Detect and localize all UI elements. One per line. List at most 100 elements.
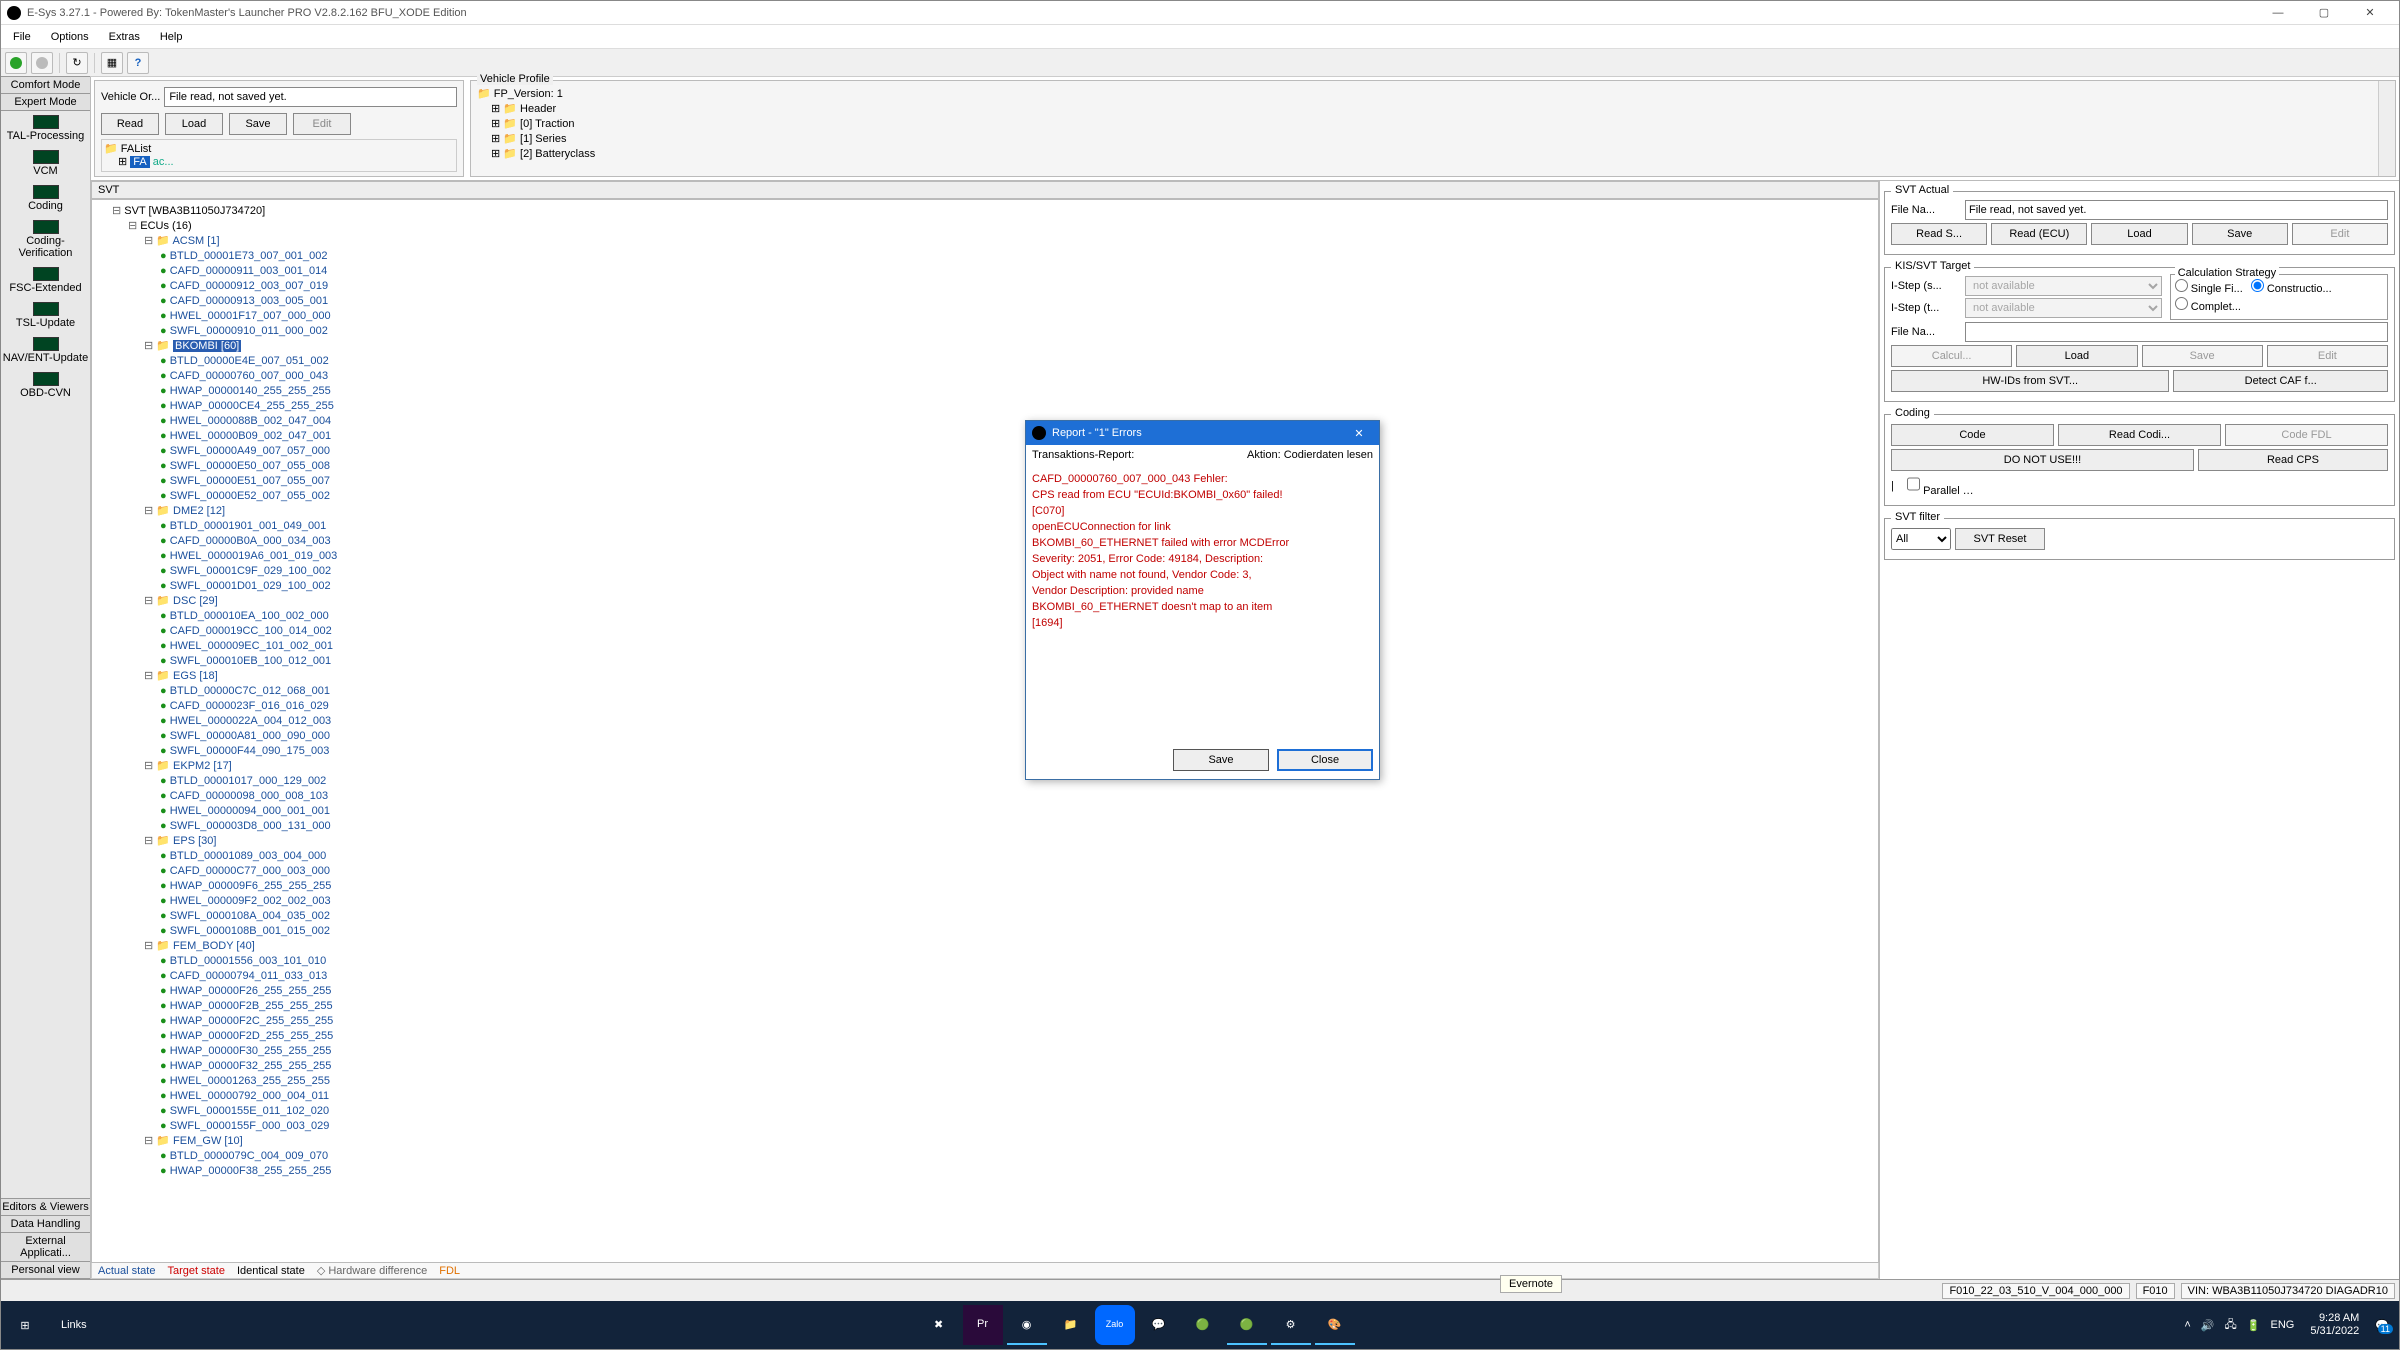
minimize-button[interactable]: — (2255, 1, 2301, 25)
dialog-close-icon[interactable]: ✕ (1345, 427, 1373, 440)
vo-tree-fa[interactable]: FA (130, 156, 149, 168)
app-icon-evernote[interactable]: 🟢 (1227, 1305, 1267, 1345)
nav-expert-mode[interactable]: Expert Mode (1, 93, 90, 111)
ecu-file[interactable]: SWFL_00000910_011_000_002 (160, 324, 1874, 339)
ecu-file[interactable]: SWFL_0000155F_000_003_029 (160, 1119, 1874, 1134)
connect-icon[interactable] (5, 52, 27, 74)
settings-icon[interactable]: ▦ (101, 52, 123, 74)
svt-root[interactable]: SVT [WBA3B11050J734720]ECUs (16)📁 ACSM [… (112, 204, 1874, 1179)
kis-edit-button[interactable]: Edit (2267, 345, 2388, 367)
read-cps-button[interactable]: Read CPS (2198, 449, 2388, 471)
ecu-group[interactable]: 📁 EGS [18]BTLD_00000C7C_012_068_001CAFD_… (144, 669, 1874, 759)
svt-ecus[interactable]: ECUs (16)📁 ACSM [1]BTLD_00001E73_007_001… (128, 219, 1874, 1179)
vp-line[interactable]: ⊞ 📁 [0] Traction (477, 117, 2389, 132)
menu-help[interactable]: Help (152, 29, 191, 45)
ecu-file[interactable]: HWAP_00000F32_255_255_255 (160, 1059, 1874, 1074)
radio-single[interactable]: Single Fi... (2175, 279, 2243, 295)
vo-read-button[interactable]: Read (101, 113, 159, 135)
ecu-file[interactable]: SWFL_00000E51_007_055_007 (160, 474, 1874, 489)
ecu-file[interactable]: SWFL_00001D01_029_100_002 (160, 579, 1874, 594)
tray-battery-icon[interactable]: 🔋 (2247, 1319, 2261, 1332)
ecu-file[interactable]: CAFD_00000912_003_007_019 (160, 279, 1874, 294)
app-icon-coccoc[interactable]: 🟢 (1183, 1305, 1223, 1345)
ecu-file[interactable]: HWAP_00000F2C_255_255_255 (160, 1014, 1874, 1029)
ecu-file[interactable]: CAFD_00000C77_000_003_000 (160, 864, 1874, 879)
nav-personal-view[interactable]: Personal view (1, 1261, 90, 1279)
taskbar-links[interactable]: Links (49, 1319, 99, 1331)
ecu-file[interactable]: CAFD_000019CC_100_014_002 (160, 624, 1874, 639)
ecu-file[interactable]: BTLD_00001E73_007_001_002 (160, 249, 1874, 264)
ecu-group[interactable]: 📁 DSC [29]BTLD_000010EA_100_002_000CAFD_… (144, 594, 1874, 669)
ecu-file[interactable]: HWEL_000009F2_002_002_003 (160, 894, 1874, 909)
vp-line[interactable]: ⊞ 📁 [1] Series (477, 132, 2389, 147)
ecu-file[interactable]: SWFL_00000E50_007_055_008 (160, 459, 1874, 474)
ecu-file[interactable]: CAFD_0000023F_016_016_029 (160, 699, 1874, 714)
ecu-file[interactable]: HWEL_0000019A6_001_019_003 (160, 549, 1874, 564)
ecu-file[interactable]: HWAP_00000F2B_255_255_255 (160, 999, 1874, 1014)
ecu-file[interactable]: BTLD_000010EA_100_002_000 (160, 609, 1874, 624)
ecu-file[interactable]: HWAP_000009F6_255_255_255 (160, 879, 1874, 894)
app-icon-whatsapp[interactable]: 💬 (1139, 1305, 1179, 1345)
nav-item-obd-cvn[interactable]: OBD-CVN (1, 368, 90, 403)
system-tray[interactable]: ˄ 🔊 🖧 🔋 ENG 9:28 AM 5/31/2022 💬11 (2174, 1312, 2399, 1338)
ecu-file[interactable]: CAFD_00000098_000_008_103 (160, 789, 1874, 804)
ecu-file[interactable]: HWAP_00000F2D_255_255_255 (160, 1029, 1874, 1044)
ecu-file[interactable]: HWAP_00000F38_255_255_255 (160, 1164, 1874, 1179)
ecu-file[interactable]: BTLD_00001017_000_129_002 (160, 774, 1874, 789)
start-button[interactable]: ⊞ (1, 1319, 49, 1332)
detect-caf-button[interactable]: Detect CAF f... (2173, 370, 2388, 392)
istep-target-select[interactable]: not available (1965, 298, 2162, 318)
do-not-use-button[interactable]: DO NOT USE!!! (1891, 449, 2194, 471)
kis-load-button[interactable]: Load (2016, 345, 2137, 367)
ecu-file[interactable]: HWEL_000009EC_101_002_001 (160, 639, 1874, 654)
ecu-file[interactable]: HWAP_00000F30_255_255_255 (160, 1044, 1874, 1059)
ecu-file[interactable]: CAFD_00000911_003_001_014 (160, 264, 1874, 279)
ecu-file[interactable]: CAFD_00000913_003_005_001 (160, 294, 1874, 309)
app-icon-bmw[interactable]: ⚙ (1271, 1305, 1311, 1345)
vehicle-order-file-input[interactable] (164, 87, 457, 107)
tray-notifications[interactable]: 💬11 (2375, 1319, 2389, 1332)
ecu-file[interactable]: HWEL_00000094_000_001_001 (160, 804, 1874, 819)
dialog-save-button[interactable]: Save (1173, 749, 1269, 771)
ecu-file[interactable]: HWEL_00000792_000_004_011 (160, 1089, 1874, 1104)
menu-file[interactable]: File (5, 29, 39, 45)
help-icon[interactable]: ? (127, 52, 149, 74)
svt-tree[interactable]: SVT [WBA3B11050J734720]ECUs (16)📁 ACSM [… (91, 199, 1879, 1263)
menu-extras[interactable]: Extras (101, 29, 148, 45)
ecu-file[interactable]: HWEL_0000088B_002_047_004 (160, 414, 1874, 429)
tray-network-icon[interactable]: 🖧 (2225, 1316, 2237, 1335)
ecu-file[interactable]: CAFD_00000794_011_033_013 (160, 969, 1874, 984)
menu-options[interactable]: Options (43, 29, 97, 45)
nav-item-vcm[interactable]: VCM (1, 146, 90, 181)
ecu-file[interactable]: SWFL_00000F44_090_175_003 (160, 744, 1874, 759)
ecu-file[interactable]: BTLD_00000E4E_007_051_002 (160, 354, 1874, 369)
nav-item-fsc-extended[interactable]: FSC-Extended (1, 263, 90, 298)
svt-actual-file-input[interactable] (1965, 200, 2388, 220)
vp-scrollbar[interactable] (2378, 81, 2395, 176)
nav-item-nav-ent-update[interactable]: NAV/ENT-Update (1, 333, 90, 368)
app-icon-chrome[interactable]: ◉ (1007, 1305, 1047, 1345)
vehicle-profile-tree[interactable]: 📁 FP_Version: 1⊞ 📁 Header⊞ 📁 [0] Tractio… (473, 83, 2393, 166)
ecu-file[interactable]: BTLD_00000C7C_012_068_001 (160, 684, 1874, 699)
app-icon-zalo[interactable]: Zalo (1095, 1305, 1135, 1345)
tray-clock[interactable]: 9:28 AM 5/31/2022 (2304, 1312, 2365, 1338)
ecu-file[interactable]: SWFL_00000A81_000_090_000 (160, 729, 1874, 744)
nav-data-handling[interactable]: Data Handling (1, 1215, 90, 1233)
ecu-group[interactable]: 📁 EKPM2 [17]BTLD_00001017_000_129_002CAF… (144, 759, 1874, 834)
nav-item-tsl-update[interactable]: TSL-Update (1, 298, 90, 333)
close-button[interactable]: ✕ (2347, 1, 2393, 25)
nav-editors-viewers[interactable]: Editors & Viewers (1, 1198, 90, 1216)
dialog-close-button[interactable]: Close (1277, 749, 1373, 771)
ecu-file[interactable]: HWAP_00000CE4_255_255_255 (160, 399, 1874, 414)
svt-actual-load-button[interactable]: Load (2091, 223, 2187, 245)
vo-edit-button[interactable]: Edit (293, 113, 351, 135)
hwids-button[interactable]: HW-IDs from SVT... (1891, 370, 2169, 392)
ecu-file[interactable]: HWEL_00001F17_007_000_000 (160, 309, 1874, 324)
vp-line[interactable]: 📁 FP_Version: 1 (477, 87, 2389, 102)
ecu-file[interactable]: CAFD_00000760_007_000_043 (160, 369, 1874, 384)
istep-ship-select[interactable]: not available (1965, 276, 2162, 296)
read-ecu-button[interactable]: Read (ECU) (1991, 223, 2087, 245)
ecu-file[interactable]: SWFL_000003D8_000_131_000 (160, 819, 1874, 834)
tray-lang[interactable]: ENG (2271, 1319, 2295, 1331)
app-icon-paint[interactable]: 🎨 (1315, 1305, 1355, 1345)
